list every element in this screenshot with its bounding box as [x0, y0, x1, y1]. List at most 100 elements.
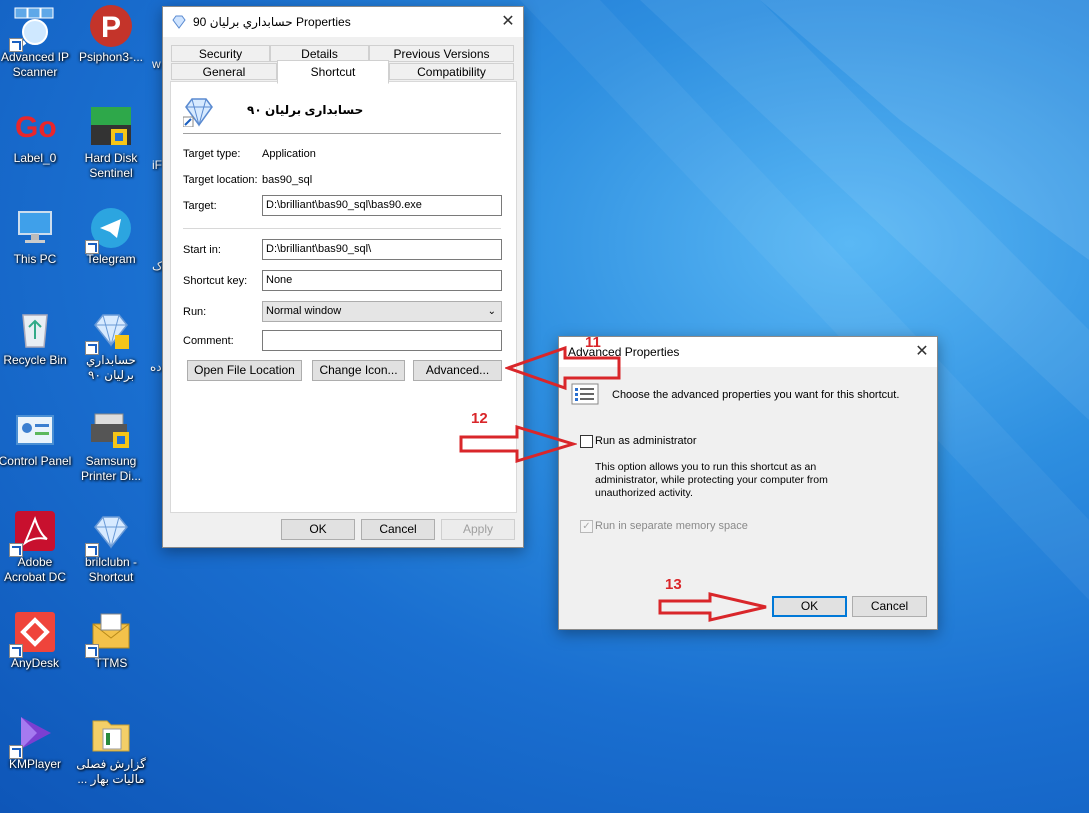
computer-icon	[13, 206, 57, 250]
desktop-icon-tax-report[interactable]: گزارش فصلی مالیات بهار ...	[74, 711, 148, 787]
partial-icon-label: w	[152, 57, 161, 71]
shortcut-arrow-icon	[9, 38, 23, 52]
diamond-app-icon	[85, 307, 133, 355]
network-scanner-icon	[9, 4, 57, 52]
divider	[183, 228, 501, 229]
desktop-icon-kmplayer[interactable]: KMPlayer	[0, 711, 72, 772]
tab-general[interactable]: General	[171, 63, 277, 80]
separate-memory-label: Run in separate memory space	[595, 520, 748, 532]
tab-previous-versions[interactable]: Previous Versions	[369, 45, 514, 62]
desktop-icon-label: TTMS	[94, 656, 128, 670]
step-12-label: 12	[471, 410, 488, 427]
desktop-icon-label: Label_0	[13, 151, 57, 165]
target-location-label: Target location:	[183, 174, 258, 186]
run-select[interactable]: Normal window ⌄	[262, 301, 502, 322]
desktop-icon-advanced-ip-scanner[interactable]: Advanced IP Scanner	[0, 4, 72, 80]
arrow-12-icon	[459, 425, 577, 464]
svg-text:Go: Go	[15, 111, 57, 144]
shortcut-arrow-icon	[9, 644, 23, 658]
folder-icon	[89, 711, 133, 755]
target-field[interactable]: D:\brilliant\bas90_sql\bas90.exe	[262, 195, 502, 216]
desktop-icon-label: حسابداري برليان ۹۰	[86, 353, 136, 382]
desktop-icon-recycle-bin[interactable]: Recycle Bin	[0, 307, 72, 368]
shortcut-diamond-icon	[182, 95, 215, 128]
run-as-admin-checkbox[interactable]	[580, 435, 593, 448]
run-as-admin-help: This option allows you to run this short…	[595, 461, 828, 499]
partial-icon-label: iF	[152, 158, 162, 172]
shortcut-arrow-icon	[85, 644, 99, 658]
tab-security[interactable]: Security	[171, 45, 270, 62]
divider	[183, 133, 501, 134]
ok-button[interactable]: OK	[281, 519, 355, 540]
ok-button[interactable]: OK	[772, 596, 847, 617]
desktop-icon-label-0[interactable]: Go Label_0	[0, 105, 72, 166]
properties-window: حسابداري برليان 90 Properties ✕ Security…	[162, 6, 524, 548]
change-icon-button[interactable]: Change Icon...	[312, 360, 405, 381]
tab-shortcut[interactable]: Shortcut	[277, 60, 389, 84]
comment-field[interactable]	[262, 330, 502, 351]
arrow-13-icon	[658, 592, 767, 622]
desktop-icon-label: Samsung Printer Di...	[80, 454, 141, 483]
shortcut-name: حسابداری برلیان ۹۰	[247, 103, 364, 117]
desktop-icon-ttms[interactable]: TTMS	[74, 610, 148, 671]
apply-button[interactable]: Apply	[441, 519, 515, 540]
desktop-icon-label: گزارش فصلی مالیات بهار ...	[76, 757, 146, 786]
step-11-label: 11	[585, 334, 601, 351]
desktop-icon-hesabdari[interactable]: حسابداري برليان ۹۰	[74, 307, 148, 383]
psiphon-icon: P	[89, 4, 133, 48]
run-label: Run:	[183, 306, 207, 318]
cancel-button[interactable]: Cancel	[852, 596, 927, 617]
separate-memory-checkbox[interactable]: ✓	[580, 520, 593, 533]
shortcut-arrow-icon	[9, 745, 23, 759]
desktop-icon-label: Telegram	[86, 252, 136, 266]
telegram-icon	[85, 206, 133, 254]
desktop-icon-anydesk[interactable]: AnyDesk	[0, 610, 72, 671]
start-in-field[interactable]: D:\brilliant\bas90_sql\	[262, 239, 502, 260]
cancel-button[interactable]: Cancel	[361, 519, 435, 540]
open-file-location-button[interactable]: Open File Location	[187, 360, 302, 381]
desktop-icon-label: Recycle Bin	[3, 353, 67, 367]
diamond-app-icon	[85, 509, 133, 557]
title-bar[interactable]: حسابداري برليان 90 Properties ✕	[163, 7, 523, 37]
shortcut-arrow-icon	[85, 240, 99, 254]
desktop-icon-samsung-printer[interactable]: Samsung Printer Di...	[74, 408, 148, 484]
close-icon[interactable]: ✕	[907, 337, 937, 367]
desktop-icon-label: Psiphon3-...	[78, 50, 144, 64]
desktop-icon-psiphon[interactable]: P Psiphon3-...	[74, 4, 148, 65]
target-location-value: bas90_sql	[262, 174, 313, 186]
desktop-icon-brilclubn[interactable]: brilclubn - Shortcut	[74, 509, 148, 585]
step-13-label: 13	[665, 576, 682, 593]
partial-icon-label: ده	[150, 360, 162, 374]
advanced-button[interactable]: Advanced...	[413, 360, 502, 381]
desktop-icon-adobe-acrobat[interactable]: Adobe Acrobat DC	[0, 509, 72, 585]
start-in-label: Start in:	[183, 244, 221, 256]
desktop-icon-control-panel[interactable]: Control Panel	[0, 408, 72, 469]
go-logo-icon: Go	[13, 105, 57, 149]
shortcut-arrow-icon	[85, 543, 99, 557]
close-icon[interactable]: ✕	[493, 7, 523, 37]
target-type-label: Target type:	[183, 148, 241, 160]
desktop-icon-label: Control Panel	[0, 454, 72, 468]
acrobat-icon	[9, 509, 57, 557]
desktop-icon-this-pc[interactable]: This PC	[0, 206, 72, 267]
desktop-icon-label: AnyDesk	[10, 656, 60, 670]
comment-label: Comment:	[183, 335, 234, 347]
target-type-value: Application	[262, 148, 316, 160]
desktop-icon-label: Advanced IP Scanner	[0, 50, 70, 79]
shortcut-key-field[interactable]: None	[262, 270, 502, 291]
recycle-bin-icon	[13, 307, 57, 351]
desktop-icon-hard-disk-sentinel[interactable]: Hard Disk Sentinel	[74, 105, 148, 181]
run-as-admin-label[interactable]: Run as administrator	[595, 435, 697, 447]
anydesk-icon	[9, 610, 57, 658]
shortcut-arrow-icon	[85, 341, 99, 355]
kmplayer-icon	[9, 711, 57, 759]
hard-disk-icon	[89, 105, 133, 149]
shortcut-arrow-icon	[9, 543, 23, 557]
desktop-icon-label: Adobe Acrobat DC	[3, 555, 67, 584]
desktop-icon-label: This PC	[13, 252, 57, 266]
tab-compatibility[interactable]: Compatibility	[389, 63, 514, 80]
arrow-11-icon	[505, 345, 621, 391]
app-icon	[171, 14, 187, 30]
run-select-value: Normal window	[266, 305, 342, 317]
desktop-icon-telegram[interactable]: Telegram	[74, 206, 148, 267]
